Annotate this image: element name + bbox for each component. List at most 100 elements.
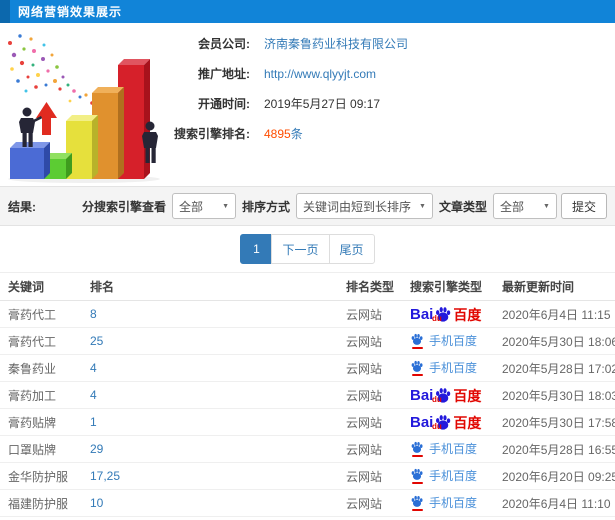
info-label: 推广地址: bbox=[198, 67, 250, 81]
table-row: 膏药代工 25 云网站 手机百度 2020年5月30日 18:06 bbox=[0, 327, 615, 355]
info-value: 2019年5月27日 09:17 bbox=[264, 97, 381, 111]
keyword-cell: 膏药代工 bbox=[0, 327, 82, 355]
engine-cell: Bai du 百度 bbox=[402, 300, 494, 328]
table-row: 膏药贴牌 1 云网站 Bai du 百度 2020年5月30日 17:58 bbox=[0, 408, 615, 436]
engine-cell: 手机百度 bbox=[402, 489, 494, 517]
filter-label: 分搜索引擎查看 bbox=[81, 199, 166, 214]
table-header-row: 关键词 排名 排名类型 搜索引擎类型 最新更新时间 bbox=[0, 272, 615, 301]
info-link[interactable]: http://www.qlyyjt.com bbox=[264, 67, 376, 81]
baidu-logo-bai: Bai bbox=[410, 306, 434, 323]
rank-link[interactable]: 4 bbox=[90, 361, 97, 375]
mobile-baidu-label: 手机百度 bbox=[429, 469, 478, 483]
column-header: 关键词 bbox=[0, 272, 82, 301]
filter-bar: 结果: 分搜索引擎查看 全部 ▼ 排序方式 关键词由短到长排序 ▼ 文章类型 全部 ▼ 提交 bbox=[0, 186, 615, 226]
mobile-baidu-label: 手机百度 bbox=[429, 442, 478, 456]
filter-label: 排序方式 bbox=[242, 199, 291, 214]
mobile-baidu-icon bbox=[410, 495, 424, 511]
engine-cell: 手机百度 bbox=[402, 516, 494, 520]
baidu-logo-du: du bbox=[432, 314, 442, 323]
rank-link[interactable]: 4 bbox=[90, 388, 97, 402]
info-label: 会员公司: bbox=[198, 37, 250, 51]
filter-select[interactable]: 全部 ▼ bbox=[172, 193, 236, 219]
baidu-logo-name: 百度 bbox=[453, 415, 482, 431]
rank-type-cell: 云网站 bbox=[338, 489, 402, 517]
page-current[interactable]: 1 bbox=[240, 234, 273, 264]
submit-button[interactable]: 提交 bbox=[560, 193, 607, 219]
select-value: 全部 bbox=[499, 199, 524, 214]
updated-cell: 2020年6月4日 11:10 bbox=[494, 489, 615, 517]
page-button[interactable]: 下一页 bbox=[271, 234, 330, 264]
updated-cell: 2020年5月30日 18:06 bbox=[494, 327, 615, 355]
engine-cell: Bai du 百度 bbox=[402, 408, 494, 436]
bar-chart-illustration bbox=[8, 34, 160, 183]
keyword-cell: 金华防护服 bbox=[0, 462, 82, 490]
info-row: 开通时间: 2019年5月27日 09:17 bbox=[168, 95, 615, 112]
confetti-dots bbox=[8, 34, 106, 117]
rank-link[interactable]: 29 bbox=[90, 442, 103, 456]
marketing-report-page: 网络营销效果展示 会员公司: 济南秦鲁药业科技有限公司 推广地址: http:/… bbox=[0, 0, 615, 520]
rank-cell: 29 bbox=[82, 435, 338, 463]
keyword-cell: 膏药加工 bbox=[0, 381, 82, 409]
mobile-baidu-label: 手机百度 bbox=[429, 496, 478, 510]
rank-link[interactable]: 8 bbox=[90, 307, 97, 321]
select-value: 关键词由短到长排序 bbox=[303, 199, 412, 214]
mobile-baidu-logo: 手机百度 bbox=[410, 360, 477, 376]
baidu-logo-du: du bbox=[432, 422, 442, 431]
baidu-logo-name: 百度 bbox=[453, 307, 482, 323]
chevron-down-icon: ▼ bbox=[419, 202, 426, 210]
rank-link[interactable]: 10 bbox=[90, 496, 103, 510]
rank-cell: 17,25 bbox=[82, 462, 338, 490]
keyword-cell: 秦鲁药业 bbox=[0, 354, 82, 382]
ranking-unit[interactable]: 条 bbox=[291, 125, 303, 142]
baidu-logo: Bai du 百度 bbox=[410, 387, 482, 404]
updated-cell: 2020年6月4日 11:15 bbox=[494, 300, 615, 328]
column-header: 最新更新时间 bbox=[494, 272, 615, 301]
title-bar-edge bbox=[0, 0, 10, 23]
rank-cell: 1 bbox=[82, 408, 338, 436]
rank-link[interactable]: 25 bbox=[90, 334, 103, 348]
rank-link[interactable]: 17,25 bbox=[90, 469, 120, 483]
engine-cell: Bai du 百度 bbox=[402, 381, 494, 409]
updated-cell bbox=[494, 516, 615, 520]
mobile-baidu-icon bbox=[410, 441, 424, 457]
table-body: 膏药代工 8 云网站 Bai du 百度 2020年6月4日 11:15 膏药代工 25… bbox=[0, 300, 615, 520]
bar-blue bbox=[10, 142, 50, 179]
chevron-down-icon: ▼ bbox=[222, 202, 229, 210]
updated-cell: 2020年5月28日 16:55 bbox=[494, 435, 615, 463]
engine-cell: 手机百度 bbox=[402, 435, 494, 463]
rank-link[interactable]: 1 bbox=[90, 415, 97, 429]
mobile-baidu-logo: 手机百度 bbox=[410, 495, 477, 511]
updated-cell: 2020年5月28日 17:02 bbox=[494, 354, 615, 382]
chevron-down-icon: ▼ bbox=[543, 202, 550, 210]
rank-cell bbox=[82, 516, 338, 520]
select-value: 全部 bbox=[179, 199, 204, 214]
rank-type-cell: 云网站 bbox=[338, 327, 402, 355]
filter-select[interactable]: 关键词由短到长排序 ▼ bbox=[296, 193, 433, 219]
ranking-count: 4895 bbox=[264, 126, 291, 141]
info-link[interactable]: 济南秦鲁药业科技有限公司 bbox=[264, 35, 408, 52]
rank-cell: 4 bbox=[82, 354, 338, 382]
results-table: 关键词 排名 排名类型 搜索引擎类型 最新更新时间 膏药代工 8 云网站 Bai du 百度… bbox=[0, 272, 615, 520]
keyword-cell: 口罩贴牌 bbox=[0, 435, 82, 463]
column-header: 排名 bbox=[82, 272, 338, 301]
table-row: 秦鲁药业 4 云网站 手机百度 2020年5月28日 17:02 bbox=[0, 354, 615, 382]
info-label: 搜索引擎排名: bbox=[174, 127, 250, 141]
rank-cell: 25 bbox=[82, 327, 338, 355]
mobile-baidu-icon bbox=[410, 360, 424, 376]
table-row: 手机百度 bbox=[0, 516, 615, 520]
rank-type-cell bbox=[338, 516, 402, 520]
filter-select[interactable]: 全部 ▼ bbox=[492, 193, 557, 219]
mobile-baidu-logo: 手机百度 bbox=[410, 468, 477, 484]
info-label: 开通时间: bbox=[198, 97, 250, 111]
page-title: 网络营销效果展示 bbox=[18, 5, 123, 19]
page-button[interactable]: 尾页 bbox=[328, 234, 375, 264]
engine-cell: 手机百度 bbox=[402, 354, 494, 382]
mobile-baidu-label: 手机百度 bbox=[429, 334, 478, 348]
column-header: 搜索引擎类型 bbox=[402, 272, 494, 301]
mobile-baidu-icon bbox=[410, 468, 424, 484]
baidu-logo-name: 百度 bbox=[453, 388, 482, 404]
info-row: 搜索引擎排名: 4895 条 bbox=[168, 125, 615, 142]
results-label: 结果: bbox=[8, 199, 36, 214]
table-row: 福建防护服 10 云网站 手机百度 2020年6月4日 11:10 bbox=[0, 489, 615, 517]
rank-type-cell: 云网站 bbox=[338, 408, 402, 436]
